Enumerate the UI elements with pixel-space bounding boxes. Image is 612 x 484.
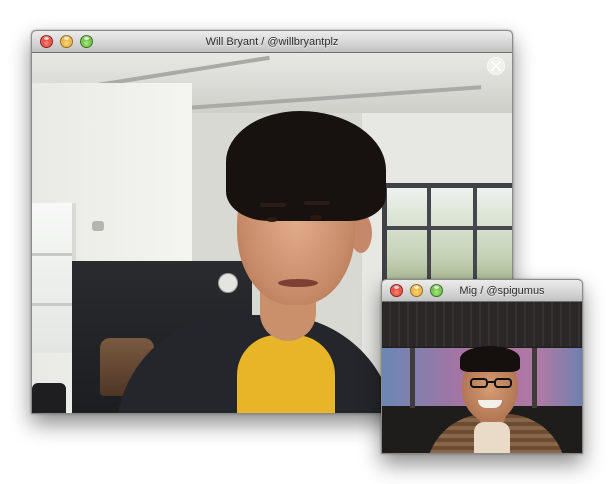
eye [266, 217, 278, 222]
eyebrow [304, 201, 330, 205]
eye [310, 215, 322, 220]
video-chat-desktop: Will Bryant / @willbryantplz Mig / @spig… [0, 0, 612, 484]
pip-window-titlebar[interactable]: Mig / @spigumus [382, 280, 582, 302]
self-video-window[interactable]: Mig / @spigumus [381, 279, 583, 454]
self-video-feed [382, 302, 582, 453]
fullscreen-arrows-glyph [491, 61, 501, 71]
glasses-lens [494, 378, 512, 388]
fullscreen-arrows-icon[interactable] [487, 57, 505, 75]
mouth [278, 279, 318, 287]
main-window-titlebar[interactable]: Will Bryant / @willbryantplz [32, 31, 512, 53]
glasses-lens [470, 378, 488, 388]
eyebrow [260, 203, 286, 207]
glasses-bridge [488, 381, 494, 383]
slatted-ceiling [382, 302, 582, 347]
white-shirt [474, 422, 510, 453]
window-frame [532, 348, 537, 408]
hair [460, 346, 520, 372]
main-window-title: Will Bryant / @willbryantplz [205, 36, 339, 48]
window-frame [410, 348, 415, 408]
yellow-shirt [237, 335, 335, 413]
pip-window-title: Mig / @spigumus [459, 285, 545, 297]
